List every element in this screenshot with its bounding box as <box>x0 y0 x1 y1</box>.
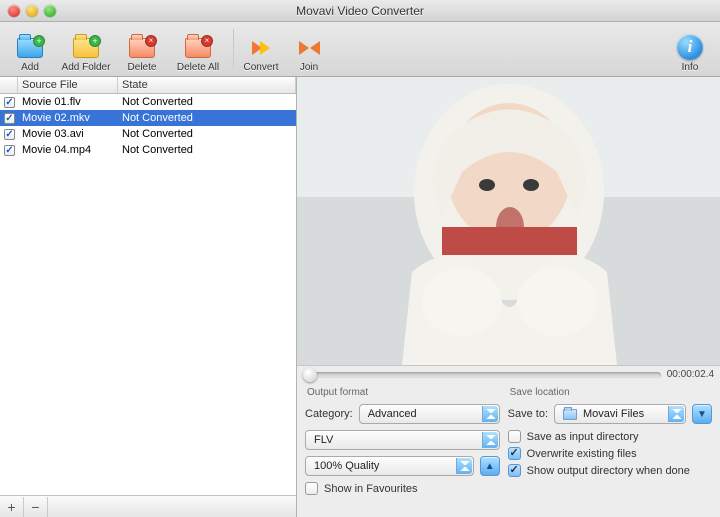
save-location-panel: Save location Save to: Movavi Files ▼ Sa… <box>508 385 712 513</box>
video-preview <box>297 77 720 365</box>
row-state: Not Converted <box>118 112 296 124</box>
x-badge-icon: × <box>202 36 212 46</box>
timeline: 00:00:02.4 <box>297 365 720 383</box>
row-state: Not Converted <box>118 144 296 156</box>
table-row[interactable]: Movie 04.mp4Not Converted <box>0 142 296 158</box>
plus-badge-icon: + <box>34 36 44 46</box>
delete-all-button[interactable]: × Delete All <box>166 23 230 75</box>
save-option-checkbox[interactable] <box>508 447 521 460</box>
row-source: Movie 04.mp4 <box>18 144 118 156</box>
stepper-icon <box>668 406 684 422</box>
row-checkbox[interactable] <box>4 129 15 140</box>
save-option-checkbox[interactable] <box>508 430 521 443</box>
quality-expand-button[interactable]: ▲ <box>480 456 500 476</box>
column-checkbox[interactable] <box>0 77 18 93</box>
convert-arrows-icon <box>252 41 270 55</box>
timeline-thumb[interactable] <box>303 368 317 382</box>
info-button[interactable]: i Info <box>666 23 714 75</box>
save-to-combo[interactable]: Movavi Files <box>554 404 686 424</box>
row-source: Movie 01.flv <box>18 96 118 108</box>
titlebar: Movavi Video Converter <box>0 0 720 22</box>
file-list-body[interactable]: Movie 01.flvNot ConvertedMovie 02.mkvNot… <box>0 94 296 495</box>
stepper-icon <box>482 432 498 448</box>
table-row[interactable]: Movie 03.aviNot Converted <box>0 126 296 142</box>
row-source: Movie 03.avi <box>18 128 118 140</box>
remove-row-button[interactable]: − <box>24 497 48 517</box>
info-icon: i <box>677 34 703 60</box>
save-option-label: Save as input directory <box>527 431 639 443</box>
category-label: Category: <box>305 408 353 420</box>
add-button[interactable]: + Add <box>6 23 54 75</box>
save-location-title: Save location <box>508 385 712 404</box>
column-source[interactable]: Source File <box>18 77 118 93</box>
column-state[interactable]: State <box>118 77 296 93</box>
add-row-button[interactable]: + <box>0 497 24 517</box>
plus-badge-icon: + <box>90 36 100 46</box>
save-option-checkbox[interactable] <box>508 464 521 477</box>
toolbar: + Add + Add Folder × Delete × Delete All… <box>0 22 720 77</box>
show-favourites-checkbox[interactable] <box>305 482 318 495</box>
save-to-label: Save to: <box>508 408 548 420</box>
stepper-icon <box>482 406 498 422</box>
timeline-time: 00:00:02.4 <box>667 369 714 380</box>
row-state: Not Converted <box>118 128 296 140</box>
add-folder-button[interactable]: + Add Folder <box>54 23 118 75</box>
delete-button[interactable]: × Delete <box>118 23 166 75</box>
row-checkbox[interactable] <box>4 113 15 124</box>
timeline-track[interactable] <box>303 372 661 378</box>
save-option-label: Overwrite existing files <box>527 448 637 460</box>
stepper-icon <box>456 458 472 474</box>
show-favourites-label: Show in Favourites <box>324 483 418 495</box>
file-list-pane: Source File State Movie 01.flvNot Conver… <box>0 77 297 517</box>
table-row[interactable]: Movie 01.flvNot Converted <box>0 94 296 110</box>
table-row[interactable]: Movie 02.mkvNot Converted <box>0 110 296 126</box>
convert-button[interactable]: Convert <box>237 23 285 75</box>
x-badge-icon: × <box>146 36 156 46</box>
file-list-footer: + − <box>0 495 296 517</box>
save-to-browse-button[interactable]: ▼ <box>692 404 712 424</box>
output-format-panel: Output format Category: Advanced FLV <box>305 385 500 513</box>
join-button[interactable]: Join <box>285 23 333 75</box>
window-title: Movavi Video Converter <box>0 4 720 18</box>
format-combo[interactable]: FLV <box>305 430 500 450</box>
row-checkbox[interactable] <box>4 145 15 156</box>
folder-icon <box>563 409 577 420</box>
row-state: Not Converted <box>118 96 296 108</box>
quality-combo[interactable]: 100% Quality <box>305 456 474 476</box>
row-source: Movie 02.mkv <box>18 112 118 124</box>
join-arrows-icon <box>299 41 320 55</box>
row-checkbox[interactable] <box>4 97 15 108</box>
save-option-label: Show output directory when done <box>527 465 690 477</box>
file-list-header: Source File State <box>0 77 296 94</box>
category-combo[interactable]: Advanced <box>359 404 500 424</box>
output-format-title: Output format <box>305 385 500 404</box>
